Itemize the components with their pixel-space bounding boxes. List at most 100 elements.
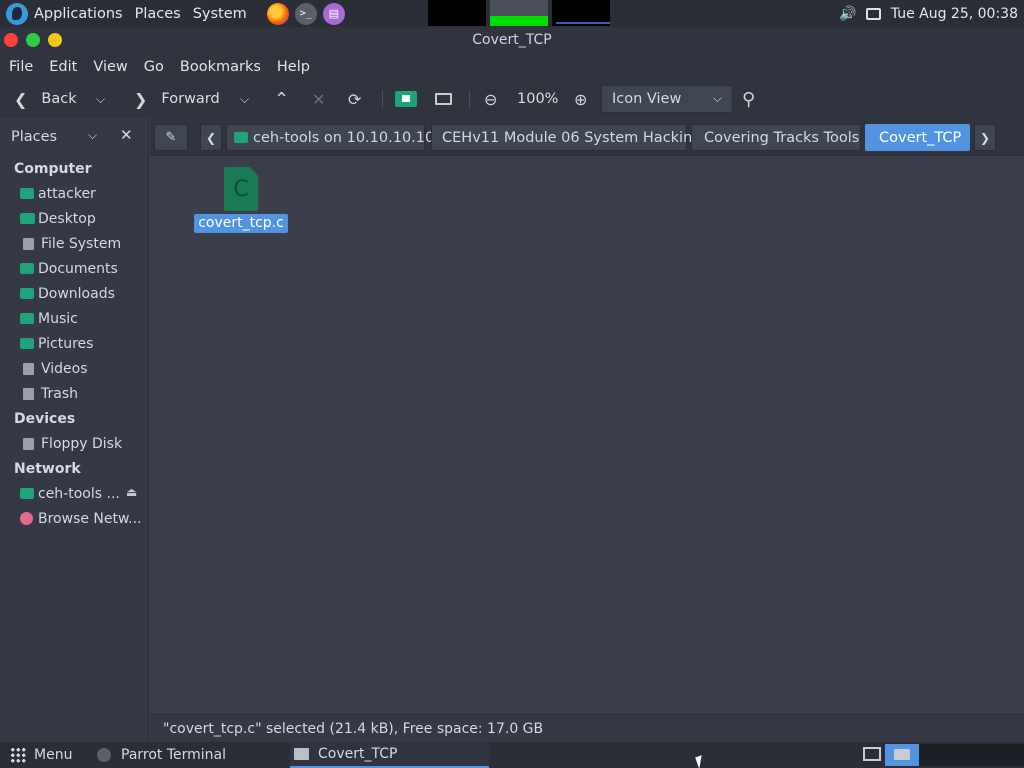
zoom-in-icon: ⊕ xyxy=(574,89,588,109)
sidebar-section-computer: Computer xyxy=(14,160,92,177)
folder-icon xyxy=(894,749,910,760)
breadcrumb-module-06[interactable]: CEHv11 Module 06 System Hacking xyxy=(431,124,702,151)
sidebar-item-ceh-tools[interactable]: ceh-tools ... ⏏ xyxy=(0,481,148,506)
forward-history-dropdown[interactable]: ⌵ xyxy=(240,84,249,114)
toggle-location-button[interactable]: ✎ xyxy=(154,124,188,151)
desktop-folder-icon xyxy=(20,213,35,224)
file-view[interactable]: C covert_tcp.c xyxy=(150,157,1024,714)
music-folder-icon xyxy=(20,313,34,324)
sidebar-item-file-system[interactable]: File System xyxy=(0,231,148,256)
trash-icon xyxy=(23,387,34,400)
status-bar: "covert_tcp.c" selected (21.4 kB), Free … xyxy=(150,714,1024,742)
network-share-icon xyxy=(20,488,34,499)
sidebar-title[interactable]: Places xyxy=(11,129,57,145)
task-covert-tcp[interactable]: Covert_TCP xyxy=(290,742,489,768)
close-sidebar-icon[interactable]: ✕ xyxy=(120,126,133,144)
downloads-folder-icon xyxy=(20,288,34,299)
display-icon[interactable] xyxy=(865,6,883,22)
chevron-down-icon[interactable]: ⌵ xyxy=(88,128,97,143)
drive-icon xyxy=(23,237,34,250)
breadcrumb-covert-tcp[interactable]: Covert_TCP xyxy=(865,124,970,151)
sidebar-item-label: File System xyxy=(41,235,122,252)
video-icon xyxy=(23,362,34,375)
sidebar-item-trash[interactable]: Trash xyxy=(0,381,148,406)
home-button[interactable] xyxy=(395,84,417,114)
up-button[interactable]: ⌃ xyxy=(274,84,289,114)
eject-icon[interactable]: ⏏ xyxy=(126,485,137,499)
system-menu[interactable]: System xyxy=(189,0,255,27)
sidebar-item-floppy-disk[interactable]: Floppy Disk xyxy=(0,431,148,456)
breadcrumb-ceh-tools[interactable]: ceh-tools on 10.10.10.10 xyxy=(226,124,434,151)
back-label: Back xyxy=(41,91,77,107)
network-monitor[interactable] xyxy=(490,0,548,26)
file-item[interactable]: C covert_tcp.c xyxy=(194,167,288,233)
firefox-icon[interactable] xyxy=(266,2,289,25)
sidebar-item-label: Desktop xyxy=(38,210,96,227)
forward-button[interactable]: ❯ Forward xyxy=(134,84,220,114)
sidebar-item-downloads[interactable]: Downloads xyxy=(0,281,148,306)
search-button[interactable]: ⚲ xyxy=(742,84,755,114)
text-editor-icon[interactable]: ▤ xyxy=(322,2,345,25)
sidebar-item-label: Pictures xyxy=(38,335,94,352)
task-parrot-terminal[interactable]: Parrot Terminal xyxy=(97,742,226,768)
terminal-icon[interactable]: >_ xyxy=(294,2,317,25)
zoom-level[interactable]: 100% xyxy=(517,84,558,114)
back-history-dropdown[interactable]: ⌵ xyxy=(96,84,105,114)
path-scroll-left[interactable]: ❮ xyxy=(200,124,222,151)
zoom-out-button[interactable]: ⊖ xyxy=(484,84,497,114)
workspace-2[interactable] xyxy=(885,744,919,766)
stop-button[interactable]: ✕ xyxy=(312,84,325,114)
status-text: "covert_tcp.c" selected (21.4 kB), Free … xyxy=(163,720,544,737)
view-mode-select[interactable]: Icon View ⌵ xyxy=(601,85,733,113)
sidebar-item-documents[interactable]: Documents xyxy=(0,256,148,281)
sidebar-item-label: Trash xyxy=(41,385,78,402)
sidebar-item-browse-network[interactable]: Browse Netw... xyxy=(0,506,148,531)
memory-monitor[interactable] xyxy=(552,0,610,26)
workspace-3[interactable] xyxy=(919,744,1024,766)
floppy-icon xyxy=(23,437,34,450)
folder-icon xyxy=(294,748,309,760)
task-label: Parrot Terminal xyxy=(121,747,227,763)
breadcrumb-covering-tracks-tools[interactable]: Covering Tracks Tools xyxy=(691,124,861,151)
sidebar-item-desktop[interactable]: Desktop xyxy=(0,206,148,231)
documents-folder-icon xyxy=(20,263,34,274)
cpu-monitor[interactable] xyxy=(428,0,486,26)
bottom-panel: Menu Parrot Terminal Covert_TCP xyxy=(0,742,1024,768)
sidebar-item-pictures[interactable]: Pictures xyxy=(0,331,148,356)
sidebar-item-attacker[interactable]: attacker xyxy=(0,181,148,206)
main-menu-button[interactable]: Menu xyxy=(10,742,72,768)
file-icon-letter: C xyxy=(233,176,249,202)
menu-edit[interactable]: Edit xyxy=(41,59,85,75)
chevron-down-icon: ⌵ xyxy=(96,91,106,106)
sidebar-item-music[interactable]: Music xyxy=(0,306,148,331)
system-monitors[interactable] xyxy=(428,0,614,26)
sidebar-item-label: Floppy Disk xyxy=(41,435,123,452)
applications-menu[interactable]: Applications xyxy=(0,0,131,27)
menu-help[interactable]: Help xyxy=(269,59,318,75)
applications-menu-label: Applications xyxy=(34,5,123,22)
search-icon: ⚲ xyxy=(742,88,756,110)
places-menu[interactable]: Places xyxy=(131,0,189,27)
path-bar: ✎ ❮ ceh-tools on 10.10.10.10 CEHv11 Modu… xyxy=(150,118,1024,156)
toolbar-separator xyxy=(382,90,383,108)
menu-bookmarks[interactable]: Bookmarks xyxy=(172,59,269,75)
computer-button[interactable] xyxy=(435,84,452,114)
path-scroll-right[interactable]: ❯ xyxy=(974,124,996,151)
sidebar-section-devices: Devices xyxy=(14,410,76,427)
menu-file[interactable]: File xyxy=(0,59,41,75)
window-titlebar[interactable]: Covert_TCP xyxy=(0,27,1024,54)
menu-go[interactable]: Go xyxy=(136,59,172,75)
clock[interactable]: Tue Aug 25, 00:38 xyxy=(891,6,1018,22)
network-icon xyxy=(20,512,33,525)
top-panel: Applications Places System >_ ▤ 🔊 Tue Au… xyxy=(0,0,1024,27)
menu-view[interactable]: View xyxy=(85,59,135,75)
back-button[interactable]: ❮ Back xyxy=(14,84,77,114)
reload-button[interactable]: ⟳ xyxy=(348,84,361,114)
workspace-1[interactable] xyxy=(855,744,889,766)
sidebar-item-videos[interactable]: Videos xyxy=(0,356,148,381)
zoom-in-button[interactable]: ⊕ xyxy=(574,84,587,114)
sidebar-item-label: Music xyxy=(38,310,78,327)
sidebar-item-label: Downloads xyxy=(38,285,115,302)
volume-icon[interactable]: 🔊 xyxy=(839,6,857,22)
chevron-left-icon: ❮ xyxy=(205,130,217,145)
